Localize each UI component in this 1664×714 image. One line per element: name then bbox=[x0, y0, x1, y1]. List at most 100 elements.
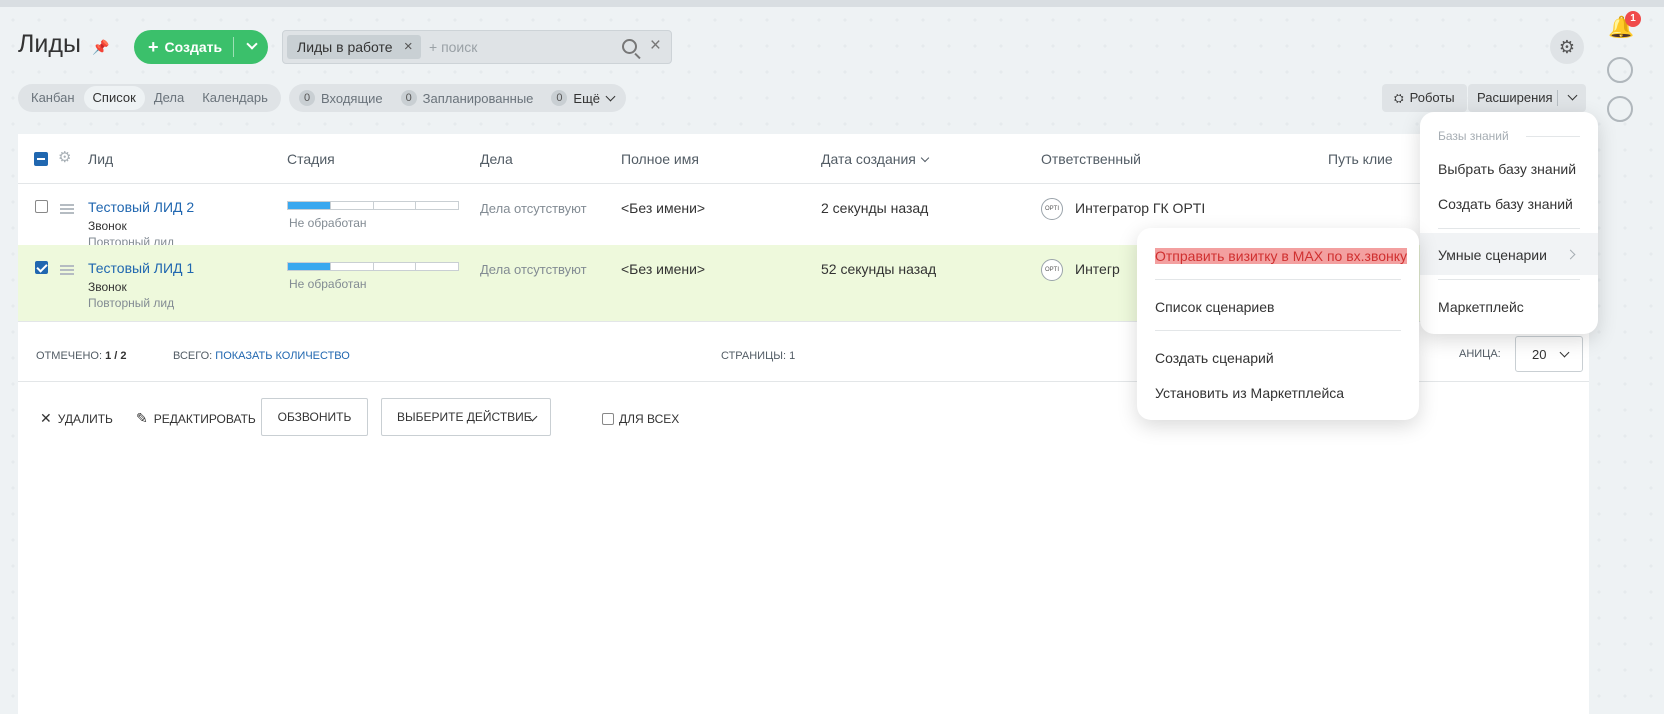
close-icon[interactable]: × bbox=[404, 35, 413, 59]
stage-progress-bar[interactable] bbox=[287, 262, 459, 271]
column-header-stage[interactable]: Стадия bbox=[287, 151, 335, 167]
select-action-label: Выберите действие bbox=[397, 410, 532, 424]
menu-item-create-scenario[interactable]: Создать сценарий bbox=[1155, 350, 1274, 366]
stage-segment bbox=[330, 263, 374, 270]
counter-value: 0 bbox=[400, 90, 417, 106]
menu-item-smart-scenarios[interactable]: Умные сценарии bbox=[1438, 247, 1547, 263]
row-checkbox[interactable] bbox=[35, 261, 48, 274]
avatar[interactable]: OPTI bbox=[1041, 259, 1063, 281]
tab-list[interactable]: Список bbox=[83, 86, 145, 110]
column-header-lead[interactable]: Лид bbox=[88, 151, 113, 167]
robots-button[interactable]: ⛭ Роботы bbox=[1382, 84, 1467, 112]
sort-down-icon bbox=[920, 153, 930, 163]
column-header-full-name[interactable]: Полное имя bbox=[621, 151, 699, 167]
filter-chip-label: Лиды в работе bbox=[297, 39, 393, 55]
edit-button[interactable]: ✎ Редактировать bbox=[136, 410, 256, 427]
pages-value: 1 bbox=[789, 350, 796, 362]
total-label: Всего: bbox=[173, 350, 213, 362]
counter-planned[interactable]: 0 Запланированные bbox=[400, 90, 533, 106]
marked-count: Отмечено: 1 / 2 bbox=[36, 350, 126, 362]
lead-source: Звонок bbox=[88, 280, 127, 294]
responsible-link[interactable]: Интегр bbox=[1075, 261, 1120, 277]
pages-count: Страницы: 1 bbox=[721, 350, 795, 362]
create-button[interactable]: + Создать bbox=[134, 30, 268, 64]
stage-segment bbox=[373, 202, 417, 209]
marked-label: Отмечено: bbox=[36, 350, 102, 362]
settings-button[interactable]: ⚙ bbox=[1550, 30, 1584, 64]
lead-title-link[interactable]: Тестовый ЛИД 2 bbox=[88, 199, 194, 215]
row-checkbox[interactable] bbox=[35, 200, 48, 213]
menu-section-knowledge-bases: Базы знаний bbox=[1438, 129, 1509, 143]
column-header-created[interactable]: Дата создания bbox=[821, 151, 930, 167]
menu-item-select-kb[interactable]: Выбрать базу знаний bbox=[1438, 161, 1576, 177]
menu-item-install-marketplace[interactable]: Установить из Маркетплейса bbox=[1155, 385, 1344, 401]
column-header-created-label: Дата создания bbox=[821, 151, 916, 167]
delete-button[interactable]: ✕ Удалить bbox=[40, 410, 113, 427]
call-button[interactable]: Обзвонить bbox=[261, 398, 368, 436]
column-header-deals[interactable]: Дела bbox=[480, 151, 513, 167]
for-all-checkbox[interactable] bbox=[602, 413, 614, 425]
counter-incoming[interactable]: 0 Входящие bbox=[299, 90, 383, 106]
stage-progress-bar[interactable] bbox=[287, 201, 459, 210]
filter-chip[interactable]: Лиды в работе × bbox=[287, 35, 421, 59]
column-header-client-path[interactable]: Путь клие bbox=[1328, 151, 1393, 167]
page-title: Лиды bbox=[18, 30, 81, 58]
full-name-cell: <Без имени> bbox=[621, 200, 706, 216]
per-page-label: аница: bbox=[1459, 348, 1501, 360]
top-strip bbox=[0, 0, 1664, 7]
delete-label: Удалить bbox=[57, 412, 113, 426]
stage-segment bbox=[330, 202, 374, 209]
select-all-checkbox[interactable] bbox=[34, 152, 48, 166]
extensions-button[interactable]: Расширения bbox=[1468, 84, 1586, 112]
tab-calendar[interactable]: Календарь bbox=[193, 86, 277, 110]
stage-label: Не обработан bbox=[289, 216, 367, 230]
total-count: Всего: Показать количество bbox=[173, 350, 350, 362]
show-count-link[interactable]: Показать количество bbox=[215, 350, 350, 362]
counter-label: Ещё bbox=[573, 90, 601, 106]
search-input[interactable]: + поиск bbox=[429, 39, 477, 55]
menu-divider bbox=[1155, 279, 1401, 280]
drag-handle-icon[interactable] bbox=[60, 265, 74, 275]
menu-item-marketplace[interactable]: Маркетплейс bbox=[1438, 299, 1524, 315]
counter-more[interactable]: 0 Ещё bbox=[551, 90, 616, 106]
pages-label: Страницы: bbox=[721, 350, 787, 362]
created-cell: 52 секунды назад bbox=[821, 261, 937, 277]
chevron-down-icon[interactable] bbox=[246, 38, 258, 50]
marked-value: 1 / 2 bbox=[105, 350, 127, 362]
pencil-icon: ✎ bbox=[136, 410, 148, 426]
menu-divider bbox=[1155, 330, 1401, 331]
chevron-down-icon[interactable] bbox=[1567, 90, 1578, 101]
menu-item-send-card-max[interactable]: Отправить визитку в MAX по вх.звонку bbox=[1155, 248, 1408, 264]
view-tabs: Канбан Список Дела Календарь bbox=[18, 84, 281, 112]
tab-deals[interactable]: Дела bbox=[145, 86, 193, 110]
menu-item-create-kb[interactable]: Создать базу знаний bbox=[1438, 196, 1573, 212]
per-page-value: 20 bbox=[1532, 347, 1547, 362]
create-button-label: Создать bbox=[164, 39, 223, 55]
avatar[interactable]: OPTI bbox=[1041, 198, 1063, 220]
menu-item-scenario-list[interactable]: Список сценариев bbox=[1155, 299, 1274, 315]
search-icon[interactable] bbox=[622, 39, 637, 54]
tab-kanban[interactable]: Канбан bbox=[22, 86, 84, 110]
responsible-link[interactable]: Интегратор ГК OPTI bbox=[1075, 200, 1205, 216]
search-filter[interactable]: Лиды в работе × + поиск × bbox=[282, 30, 672, 64]
drag-handle-icon[interactable] bbox=[60, 204, 74, 214]
lead-type: Повторный лид bbox=[88, 296, 175, 310]
clear-icon[interactable]: × bbox=[650, 35, 661, 57]
menu-divider bbox=[1438, 228, 1580, 229]
pin-icon[interactable]: 📌 bbox=[92, 39, 109, 55]
gear-icon: ⚙ bbox=[1558, 37, 1576, 57]
for-all-label: Для всех bbox=[619, 412, 680, 426]
plus-icon: + bbox=[148, 36, 159, 57]
lead-title-link[interactable]: Тестовый ЛИД 1 bbox=[88, 260, 194, 276]
counter-value: 0 bbox=[551, 90, 568, 106]
per-page-select[interactable]: 20 bbox=[1515, 336, 1583, 372]
select-action-dropdown[interactable]: Выберите действие bbox=[381, 398, 551, 436]
created-cell: 2 секунды назад bbox=[821, 200, 929, 216]
stage-segment bbox=[288, 263, 331, 270]
stage-segment bbox=[416, 263, 458, 270]
column-header-responsible[interactable]: Ответственный bbox=[1041, 151, 1141, 167]
target-icon[interactable] bbox=[1607, 57, 1633, 83]
clock-icon[interactable] bbox=[1607, 96, 1633, 122]
chevron-down-icon bbox=[605, 91, 616, 102]
gear-icon[interactable]: ⚙ bbox=[58, 148, 71, 166]
